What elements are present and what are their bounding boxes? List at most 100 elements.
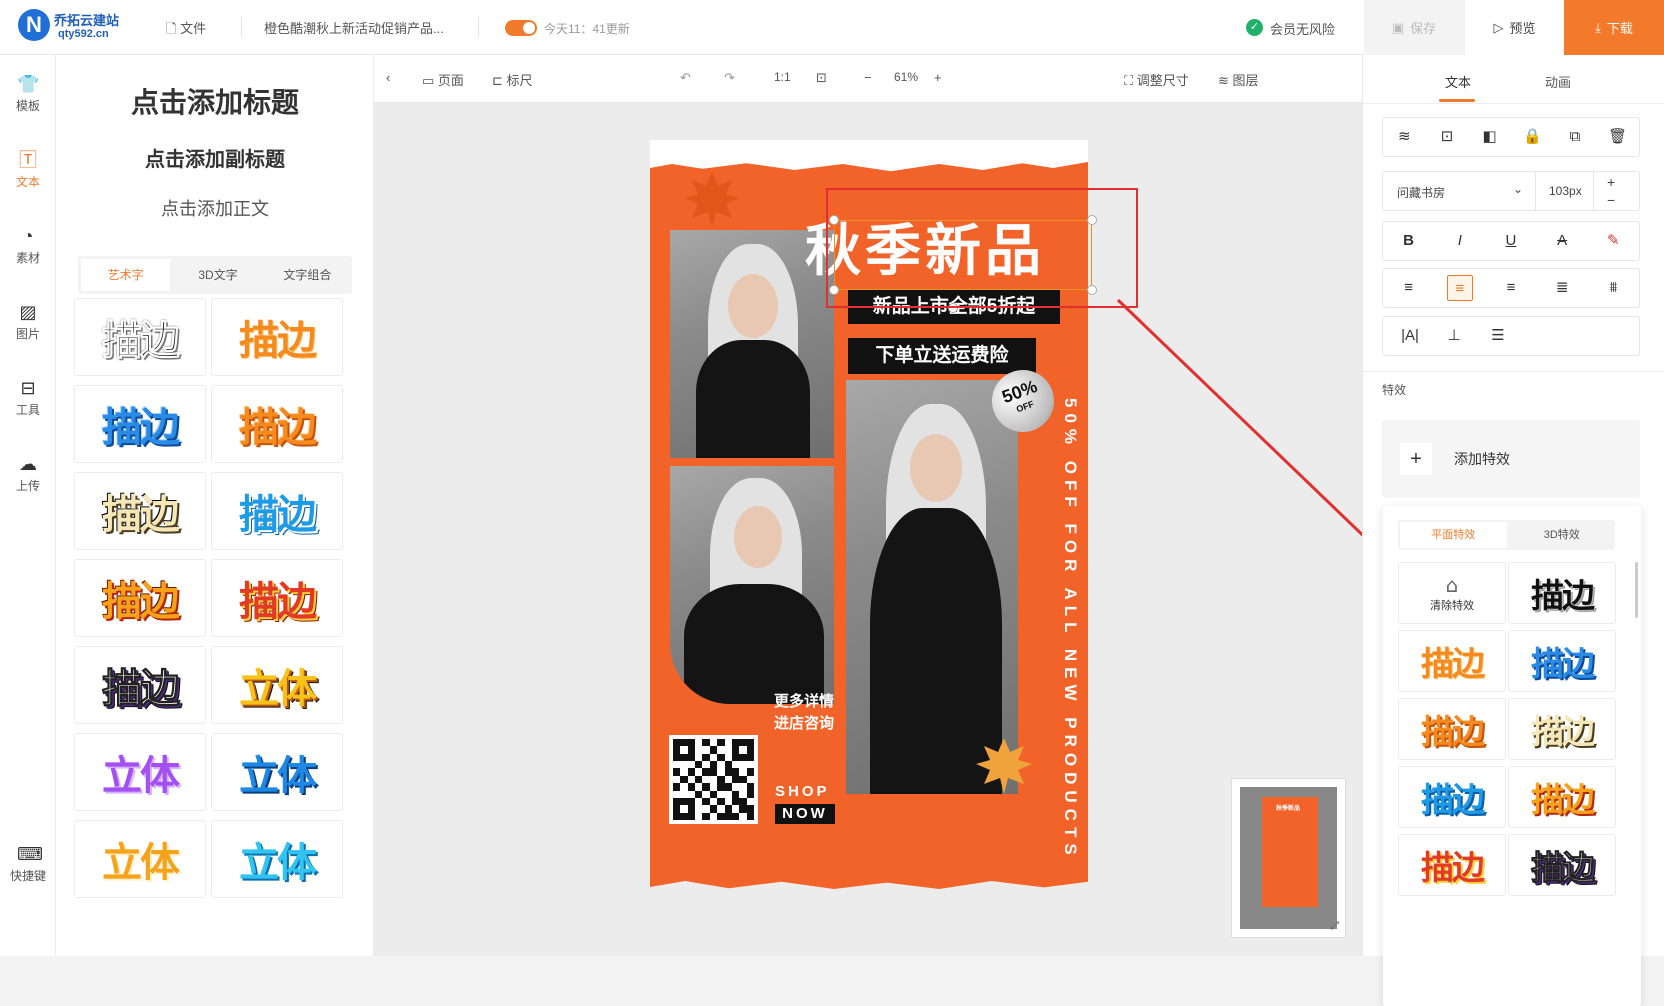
zoom-out-icon[interactable]: − xyxy=(864,70,872,85)
letter-spacing-icon[interactable]: |A| xyxy=(1397,323,1423,349)
top-bar: N 乔拓云建站 qty592.cn 🗋 文件 橙色酷潮秋上新活动促销产品... … xyxy=(0,0,1664,55)
rail-item-image[interactable]: ▨ 图片 xyxy=(0,301,56,342)
effect-item[interactable]: 描边 xyxy=(1508,698,1616,760)
art-text-item[interactable]: 描边 xyxy=(211,385,343,463)
art-text-item[interactable]: 描边 xyxy=(74,298,206,376)
resize-button[interactable]: ⛶ 调整尺寸 xyxy=(1124,70,1189,89)
art-text-item[interactable]: 立体 xyxy=(74,820,206,898)
poster-vertical-text[interactable]: 50% OFF FOR ALL NEW PRODUCTS xyxy=(1046,398,1080,861)
art-text-item[interactable]: 描边 xyxy=(74,646,206,724)
tab-3d-effects[interactable]: 3D特效 xyxy=(1509,520,1616,550)
maple-leaf-icon xyxy=(976,738,1032,794)
rail-item-upload[interactable]: ☁ 上传 xyxy=(0,453,56,494)
font-size-input[interactable]: 103px xyxy=(1549,184,1582,198)
rail-item-template[interactable]: 👕 模板 xyxy=(0,73,56,114)
alignment-toolbar: ≡ ≡ ≡ ≣ ⩩ xyxy=(1382,268,1640,308)
bold-icon[interactable]: B xyxy=(1396,228,1422,254)
poster-now[interactable]: NOW xyxy=(775,804,835,824)
tab-flat-effects[interactable]: 平面特效 xyxy=(1400,522,1507,548)
tab-3d-text[interactable]: 3D文字 xyxy=(173,256,262,294)
align-icon[interactable]: ⊡ xyxy=(1434,124,1460,150)
layer-order-icon[interactable]: ≋ xyxy=(1391,124,1417,150)
effect-item[interactable]: 描边 xyxy=(1398,698,1506,760)
ruler-button[interactable]: ⊏ 标尺 xyxy=(492,70,533,89)
expand-minimap-icon[interactable]: ⤢ xyxy=(1330,920,1339,933)
delete-icon[interactable]: 🗑 xyxy=(1605,124,1631,150)
redo-icon[interactable]: ↷ xyxy=(724,70,735,86)
effect-item[interactable]: 描边 xyxy=(1508,834,1616,896)
art-text-item[interactable]: 立体 xyxy=(211,646,343,724)
save-button[interactable]: ▣ 保存 xyxy=(1364,0,1464,55)
italic-icon[interactable]: I xyxy=(1447,228,1473,254)
effect-item[interactable]: 描边 xyxy=(1398,766,1506,828)
duplicate-icon[interactable]: ⧉ xyxy=(1562,124,1588,150)
fit-screen-icon[interactable]: ⊡ xyxy=(816,70,827,86)
zoom-level[interactable]: 61% xyxy=(894,70,918,84)
art-text-item[interactable]: 描边 xyxy=(211,472,343,550)
add-subtitle-button[interactable]: 点击添加副标题 xyxy=(56,143,374,172)
text-color-icon[interactable]: ✎ xyxy=(1600,228,1626,254)
decrease-size-icon[interactable]: − xyxy=(1607,192,1615,208)
model-photo-3[interactable] xyxy=(846,380,1018,794)
poster-contact[interactable]: 进店咨询 xyxy=(774,712,834,733)
scrollbar[interactable] xyxy=(1635,562,1638,618)
flip-icon[interactable]: ◧ xyxy=(1477,124,1503,150)
tab-art-text[interactable]: 艺术字 xyxy=(81,259,171,291)
art-text-item[interactable]: 立体 xyxy=(74,733,206,811)
underline-icon[interactable]: U xyxy=(1498,228,1524,254)
list-icon[interactable]: ☰ xyxy=(1485,323,1511,349)
add-effect-button[interactable]: + 添加特效 xyxy=(1382,420,1640,498)
add-body-button[interactable]: 点击添加正文 xyxy=(56,195,374,221)
effect-item[interactable]: 描边 xyxy=(1508,630,1616,692)
autosave-toggle[interactable] xyxy=(505,20,537,36)
effect-item[interactable]: 描边 xyxy=(1508,766,1616,828)
effect-item[interactable]: 描边 xyxy=(1398,630,1506,692)
align-right-icon[interactable]: ≡ xyxy=(1498,275,1524,301)
vertical-text-icon[interactable]: ⩩ xyxy=(1600,275,1626,301)
collapse-panel-icon[interactable]: ‹ xyxy=(386,70,390,85)
poster-more-info[interactable]: 更多详情 xyxy=(774,690,834,711)
page-button[interactable]: ▭ 页面 xyxy=(422,70,464,89)
actual-size-button[interactable]: 1:1 xyxy=(774,70,791,84)
lock-icon[interactable]: 🔒 xyxy=(1519,124,1545,150)
art-text-item[interactable]: 描边 xyxy=(74,385,206,463)
align-left-icon[interactable]: ≡ xyxy=(1396,275,1422,301)
minimap[interactable]: 秋季新品 ⤢ xyxy=(1231,778,1346,938)
add-title-button[interactable]: 点击添加标题 xyxy=(56,81,374,121)
preview-button[interactable]: ▷ 预览 xyxy=(1464,0,1564,55)
art-text-item[interactable]: 描边 xyxy=(74,559,206,637)
zoom-in-icon[interactable]: + xyxy=(934,70,942,85)
layers-button[interactable]: ≋ 图层 xyxy=(1218,70,1259,89)
increase-size-icon[interactable]: + xyxy=(1607,174,1615,190)
rail-item-material[interactable]: ◔ 素材 xyxy=(0,225,56,266)
strikethrough-icon[interactable]: A xyxy=(1549,228,1575,254)
rail-item-text[interactable]: 🅃 文本 xyxy=(0,149,56,190)
font-family-select[interactable]: 问藏书房 ⌄ 103px + − xyxy=(1382,171,1640,211)
document-title[interactable]: 橙色酷潮秋上新活动促销产品... xyxy=(264,18,444,37)
rail-item-tools[interactable]: ⊟ 工具 xyxy=(0,377,56,418)
poster-shop[interactable]: SHOP xyxy=(775,783,830,800)
art-text-item[interactable]: 立体 xyxy=(211,733,343,811)
tab-text[interactable]: 文本 xyxy=(1445,72,1471,91)
rail-item-shortcuts[interactable]: ⌨ 快捷键 xyxy=(0,843,56,884)
undo-icon[interactable]: ↶ xyxy=(680,70,691,86)
effect-item[interactable]: 描边 xyxy=(1398,834,1506,896)
art-text-item[interactable]: 描边 xyxy=(211,559,343,637)
clear-effect-button[interactable]: ⌂ 清除特效 xyxy=(1398,562,1506,624)
art-text-item[interactable]: 描边 xyxy=(211,298,343,376)
play-icon: ▷ xyxy=(1493,19,1504,35)
poster-line-2[interactable]: 下单立送运费险 xyxy=(848,338,1036,374)
file-menu[interactable]: 🗋 文件 xyxy=(166,18,206,42)
download-button[interactable]: ⤓ 下载 xyxy=(1564,0,1664,55)
art-text-item[interactable]: 描边 xyxy=(74,472,206,550)
line-height-icon[interactable]: ⊥ xyxy=(1441,323,1467,349)
model-photo-2[interactable] xyxy=(670,466,834,704)
justify-icon[interactable]: ≣ xyxy=(1549,275,1575,301)
align-center-icon[interactable]: ≡ xyxy=(1446,275,1473,301)
tab-animation[interactable]: 动画 xyxy=(1545,72,1571,91)
logo-icon[interactable]: N xyxy=(18,9,50,41)
member-guarantee-link[interactable]: 会员无风险 xyxy=(1270,19,1335,38)
art-text-item[interactable]: 立体 xyxy=(211,820,343,898)
effect-item[interactable]: 描边 xyxy=(1508,562,1616,624)
tab-text-combo[interactable]: 文字组合 xyxy=(263,256,352,294)
